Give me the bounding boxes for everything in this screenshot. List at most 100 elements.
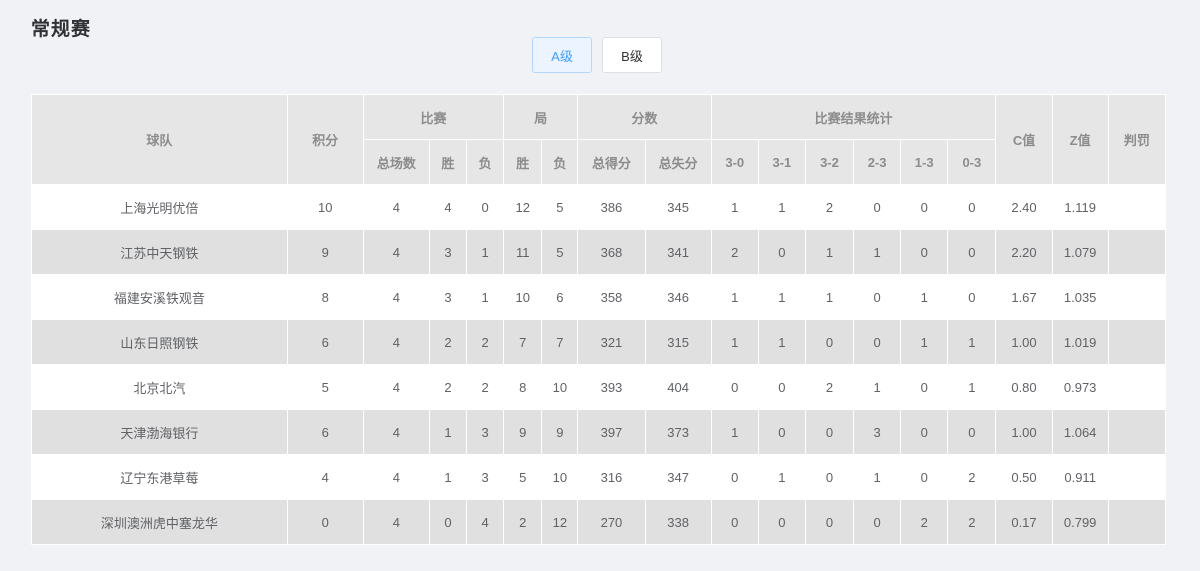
cell-match-win: 1 [428,409,468,455]
header-match-loss: 负 [466,139,505,185]
cell-penalty [1107,319,1167,365]
cell-result-3-0: 0 [710,364,759,410]
cell-result-1-3: 2 [900,499,949,545]
cell-total-conceded: 338 [644,499,712,545]
cell-match-win: 3 [428,274,468,320]
cell-result-3-2: 1 [804,274,855,320]
cell-result-3-0: 0 [710,499,759,545]
header-total-matches: 总场数 [362,139,430,185]
cell-result-2-3: 0 [853,184,902,230]
table-header: 球队 积分 比赛 局 分数 比赛结果统计 C值 Z值 判罚 总场数 胜 负 胜 … [31,94,1167,185]
cell-result-3-1: 0 [757,229,806,275]
header-z-value: Z值 [1051,94,1109,185]
header-match-win: 胜 [428,139,468,185]
cell-c-value: 1.67 [995,274,1053,320]
cell-total-conceded: 346 [644,274,712,320]
header-penalty: 判罚 [1107,94,1167,185]
cell-team: 江苏中天钢铁 [31,229,288,275]
cell-match-loss: 0 [466,184,505,230]
cell-points: 9 [286,229,364,275]
cell-c-value: 0.80 [995,364,1053,410]
cell-penalty [1107,364,1167,410]
cell-z-value: 0.911 [1051,454,1109,500]
cell-result-3-0: 1 [710,184,759,230]
cell-total-conceded: 341 [644,229,712,275]
cell-match-loss: 4 [466,499,505,545]
cell-match-win: 4 [428,184,468,230]
cell-team: 上海光明优倍 [31,184,288,230]
cell-team: 天津渤海银行 [31,409,288,455]
table-row: 北京北汽 5 4 2 2 8 10 393 404 0 0 2 1 0 1 0.80 0.973 [31,364,1167,410]
cell-match-win: 2 [428,319,468,365]
cell-result-3-1: 1 [757,319,806,365]
cell-set-win: 11 [503,229,543,275]
cell-result-0-3: 0 [947,409,997,455]
cell-team: 深圳澳洲虎中塞龙华 [31,499,288,545]
cell-penalty [1107,229,1167,275]
header-result-3-0: 3-0 [710,139,759,185]
cell-z-value: 1.035 [1051,274,1109,320]
header-scores: 分数 [577,94,712,140]
cell-result-0-3: 1 [947,364,997,410]
cell-result-0-3: 2 [947,499,997,545]
header-result-1-3: 1-3 [900,139,949,185]
cell-points: 4 [286,454,364,500]
header-set-win: 胜 [503,139,543,185]
cell-team: 山东日照钢铁 [31,319,288,365]
header-total-conceded: 总失分 [644,139,712,185]
cell-match-loss: 2 [466,319,505,365]
cell-set-loss: 10 [541,454,579,500]
cell-penalty [1107,499,1167,545]
cell-result-0-3: 1 [947,319,997,365]
cell-result-0-3: 0 [947,274,997,320]
header-matches: 比赛 [362,94,505,140]
cell-total-matches: 4 [362,454,430,500]
cell-total-matches: 4 [362,409,430,455]
cell-result-3-2: 0 [804,454,855,500]
cell-z-value: 1.119 [1051,184,1109,230]
cell-total-scored: 358 [577,274,646,320]
level-tabs: A级 B级 [532,37,662,73]
cell-result-1-3: 1 [900,319,949,365]
cell-result-3-2: 1 [804,229,855,275]
cell-match-win: 3 [428,229,468,275]
cell-c-value: 0.17 [995,499,1053,545]
cell-result-3-1: 0 [757,364,806,410]
cell-points: 8 [286,274,364,320]
cell-team: 福建安溪铁观音 [31,274,288,320]
cell-match-win: 2 [428,364,468,410]
cell-z-value: 0.799 [1051,499,1109,545]
tab-level-a[interactable]: A级 [532,37,592,73]
cell-total-scored: 316 [577,454,646,500]
cell-set-loss: 9 [541,409,579,455]
standings-table: 球队 积分 比赛 局 分数 比赛结果统计 C值 Z值 判罚 总场数 胜 负 胜 … [31,94,1167,545]
cell-team: 北京北汽 [31,364,288,410]
cell-result-3-0: 2 [710,229,759,275]
table-row: 山东日照钢铁 6 4 2 2 7 7 321 315 1 1 0 0 1 1 1.00 1.019 [31,319,1167,365]
header-c-value: C值 [995,94,1053,185]
table-body: 上海光明优倍 10 4 4 0 12 5 386 345 1 1 2 0 0 0 2.40 1.119 江苏中天钢… [31,184,1167,545]
cell-total-conceded: 347 [644,454,712,500]
cell-set-loss: 5 [541,229,579,275]
cell-match-win: 1 [428,454,468,500]
cell-total-scored: 393 [577,364,646,410]
cell-penalty [1107,274,1167,320]
cell-set-win: 9 [503,409,543,455]
cell-result-3-0: 1 [710,274,759,320]
cell-set-win: 10 [503,274,543,320]
cell-set-win: 5 [503,454,543,500]
tab-level-b[interactable]: B级 [602,37,662,73]
cell-result-2-3: 0 [853,274,902,320]
standings-table-container: 球队 积分 比赛 局 分数 比赛结果统计 C值 Z值 判罚 总场数 胜 负 胜 … [31,94,1167,545]
cell-total-scored: 397 [577,409,646,455]
cell-set-win: 8 [503,364,543,410]
table-row: 福建安溪铁观音 8 4 3 1 10 6 358 346 1 1 1 0 1 0 1.67 1.035 [31,274,1167,320]
cell-result-3-2: 2 [804,364,855,410]
cell-total-conceded: 345 [644,184,712,230]
cell-set-loss: 10 [541,364,579,410]
cell-result-1-3: 0 [900,409,949,455]
cell-total-scored: 368 [577,229,646,275]
cell-c-value: 0.50 [995,454,1053,500]
cell-result-3-0: 1 [710,409,759,455]
cell-result-3-2: 0 [804,409,855,455]
